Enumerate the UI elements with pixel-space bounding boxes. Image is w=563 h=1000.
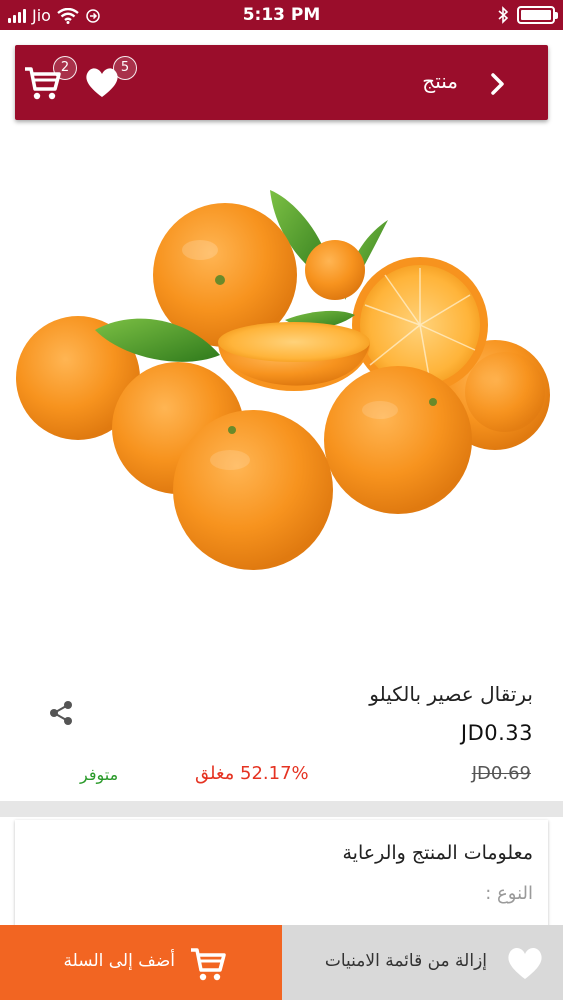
status-bar: Jio 5:13 PM (0, 0, 563, 30)
info-card-title: معلومات المنتج والرعاية (342, 842, 534, 864)
remove-from-wishlist-button[interactable]: إزالة من قائمة الامنيات (282, 925, 563, 1000)
chevron-right-icon[interactable] (482, 69, 512, 99)
product-price: JD0.33 (460, 721, 533, 745)
heart-icon (508, 948, 542, 979)
section-divider (0, 801, 563, 817)
header-cart-button[interactable]: 2 (23, 56, 77, 107)
status-time: 5:13 PM (242, 5, 321, 25)
add-to-cart-label: أضف إلى السلة (63, 951, 175, 971)
availability-status: متوفر (80, 765, 119, 784)
cart-icon (191, 948, 226, 981)
share-icon[interactable] (46, 698, 76, 728)
remove-wishlist-label: إزالة من قائمة الامنيات (324, 951, 487, 971)
page-title: منتج (422, 69, 458, 93)
old-price: JD0.69 (471, 763, 531, 784)
cart-count-badge: 2 (53, 56, 77, 80)
discount-label: 52.17% مغلق (195, 763, 309, 784)
wishlist-count-badge: 5 (113, 56, 137, 80)
app-header: 2 5 منتج (15, 45, 548, 120)
info-type-label: النوع : (485, 883, 533, 904)
add-to-cart-button[interactable]: أضف إلى السلة (0, 925, 282, 1000)
product-image (16, 190, 550, 570)
product-name: برتقال عصير بالكيلو (369, 682, 533, 706)
header-wishlist-button[interactable]: 5 (83, 56, 137, 107)
bottom-action-bar: أضف إلى السلة إزالة من قائمة الامنيات (0, 925, 563, 1000)
status-right (497, 6, 558, 24)
battery-icon (517, 6, 558, 24)
bluetooth-icon (498, 6, 509, 24)
product-info-card[interactable]: معلومات المنتج والرعاية النوع : (15, 820, 548, 930)
